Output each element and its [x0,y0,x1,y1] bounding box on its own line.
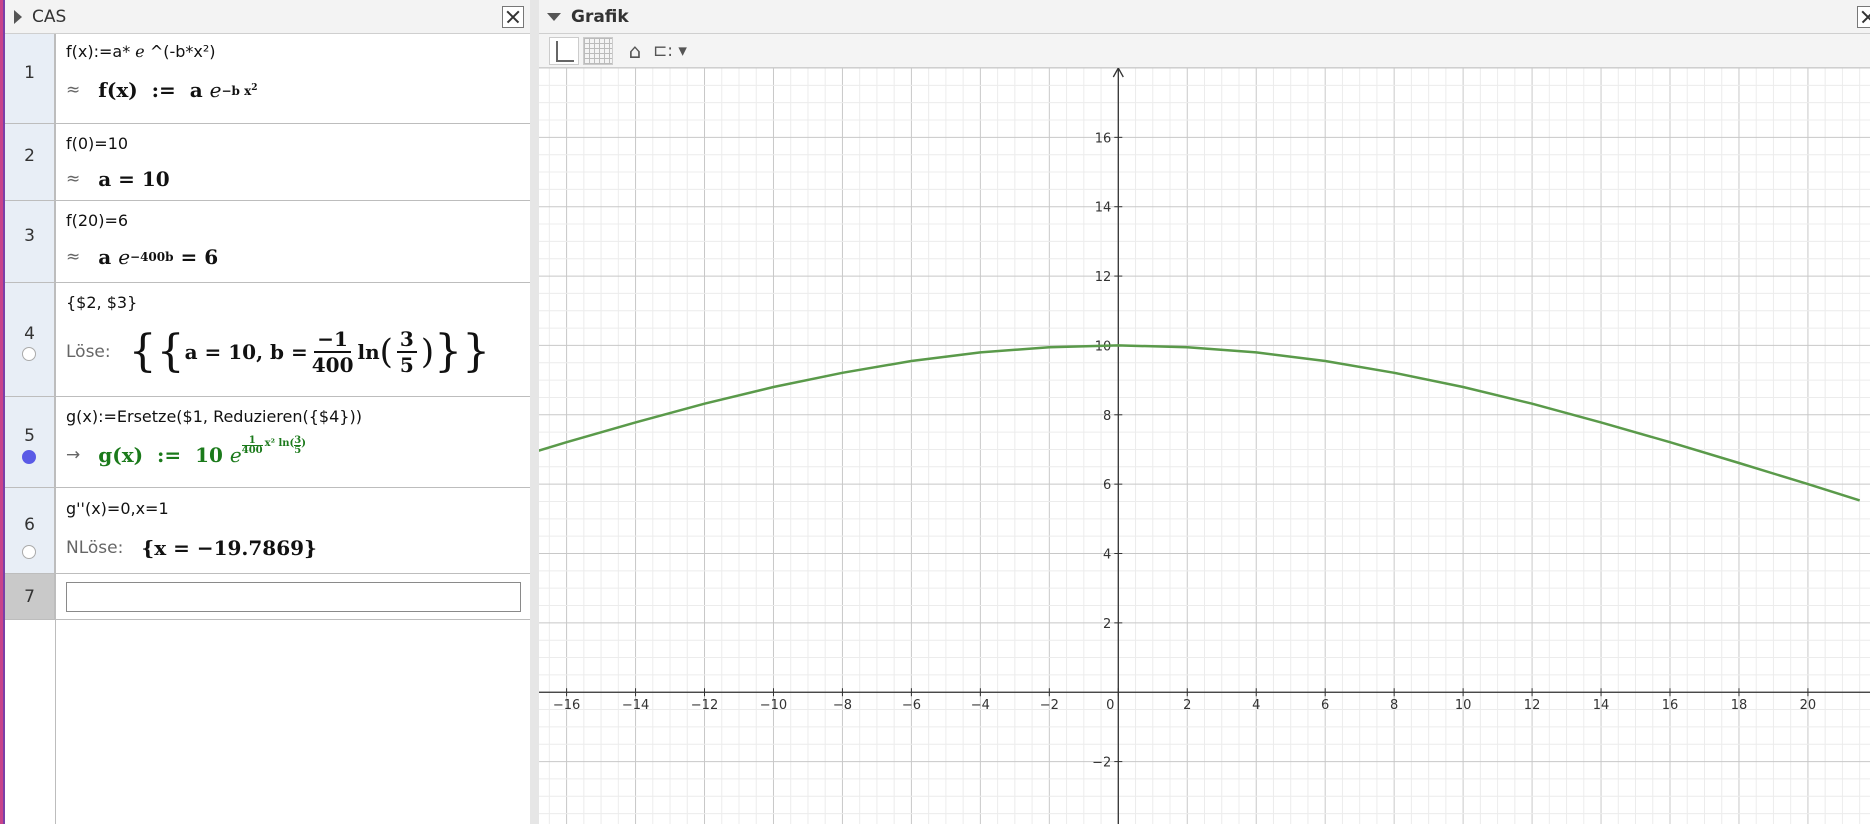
cas-output: NLöse: {x = −19.7869} [66,536,317,560]
y-tick-label: 2 [1103,617,1111,632]
visibility-toggle[interactable] [22,450,36,464]
close-grafik-icon[interactable] [1857,6,1870,28]
cas-input[interactable]: f(0)=10 [66,134,128,153]
y-tick-label: 8 [1103,409,1111,424]
y-tick-label: 16 [1095,131,1112,146]
cas-output: → g(x) := 10 e 1 400 x² ln( 35 ) [66,434,306,467]
x-tick-label: −16 [553,698,580,713]
y-tick-label: 4 [1103,548,1111,563]
row-number[interactable]: 7 [5,574,55,619]
cas-row-3[interactable]: 3 f(20)=6 ≈ a e −400b = 6 [5,201,530,283]
cas-input[interactable]: g''(x)=0,x=1 [66,499,169,518]
cas-output: ≈ f(x) := a e −b x2 [66,78,258,102]
row-number[interactable]: 4 [5,283,55,396]
point-capture-dropdown-icon[interactable]: ⊏: ▾ [653,37,709,65]
arrow-symbol: → [66,445,81,465]
grafik-title: Grafik [571,6,629,27]
x-tick-label: 18 [1731,698,1748,713]
x-tick-label: 0 [1106,698,1114,713]
row-number[interactable]: 6 [5,488,55,573]
cas-output: ≈ a = 10 [66,167,170,191]
y-tick-label: 6 [1103,478,1111,493]
cas-row-6[interactable]: 6 g''(x)=0,x=1 NLöse: {x = −19.7869} [5,488,530,574]
graphics-panel: Grafik ⌂ ⊏: ▾ −16 −14 −12 −10 −8 −6 −4 −2 0 2 4 6 8 1… [530,0,1870,824]
graphics-style-bar: ⌂ ⊏: ▾ [539,34,1870,68]
visibility-toggle[interactable] [22,347,36,361]
cas-title: CAS [32,6,67,27]
cas-input[interactable]: g(x):=Ersetze($1, Reduzieren({$4})) [66,407,362,426]
approx-symbol: ≈ [66,80,81,100]
cas-row-5[interactable]: 5 g(x):=Ersetze($1, Reduzieren({$4})) → … [5,397,530,488]
x-tick-label: −6 [902,698,921,713]
y-tick-label: −2 [1092,756,1111,771]
cas-input[interactable]: f(20)=6 [66,211,128,230]
cas-input[interactable]: f(x):=a* ℯ ^(-b*x²) [66,42,216,61]
cas-row-1[interactable]: 1 f(x):=a* ℯ ^(-b*x²) ≈ f(x) := a e −b x2 [5,34,530,124]
x-tick-label: 16 [1662,698,1679,713]
row-number[interactable]: 2 [5,124,55,200]
x-tick-label: 2 [1183,698,1191,713]
cas-input[interactable]: {$2, $3} [66,293,137,312]
cas-output: Löse: {{ a = 10, b = −1 400 ln (3 5) }} [66,326,491,377]
cas-row-2[interactable]: 2 f(0)=10 ≈ a = 10 [5,124,530,201]
graph-canvas[interactable]: −16 −14 −12 −10 −8 −6 −4 −2 0 2 4 6 8 10 12 14 16 18 20 −2 2… [539,68,1870,824]
x-tick-label: −2 [1040,698,1059,713]
x-tick-label: 8 [1390,698,1398,713]
cas-row-7[interactable]: 7 [5,574,530,620]
x-tick-label: 6 [1321,698,1329,713]
nsolve-label: NLöse: [66,538,124,558]
row-number[interactable]: 1 [5,34,55,123]
y-tick-label: 12 [1095,270,1112,285]
x-tick-label: −10 [760,698,787,713]
axes-toggle-icon[interactable] [549,37,579,65]
y-tick-label: 14 [1095,201,1112,216]
x-tick-label: 10 [1455,698,1472,713]
close-cas-icon[interactable] [502,6,524,28]
cas-input-field[interactable] [66,582,521,612]
collapse-triangle-icon[interactable] [547,12,561,21]
cas-rows: 1 f(x):=a* ℯ ^(-b*x²) ≈ f(x) := a e −b x2… [5,34,530,824]
x-tick-label: −14 [622,698,649,713]
visibility-toggle[interactable] [22,545,36,559]
approx-symbol: ≈ [66,247,81,267]
cas-row-4[interactable]: 4 {$2, $3} Löse: {{ a = 10, b = −1 400 ln… [5,283,530,397]
x-tick-label: 12 [1524,698,1541,713]
cas-panel: CAS 1 f(x):=a* ℯ ^(-b*x²) ≈ f(x) := a e −… [5,0,531,824]
cas-output: ≈ a e −400b = 6 [66,245,219,269]
cas-header: CAS [5,0,530,34]
x-tick-label: 20 [1800,698,1817,713]
home-icon[interactable]: ⌂ [620,37,650,65]
grafik-header: Grafik [539,0,1870,34]
row-number[interactable]: 3 [5,201,55,282]
expand-triangle-icon[interactable] [14,9,22,24]
grid-toggle-icon[interactable] [583,37,613,65]
x-tick-label: −8 [833,698,852,713]
x-tick-label: −4 [971,698,990,713]
x-tick-label: 14 [1593,698,1610,713]
x-tick-label: 4 [1252,698,1260,713]
solve-label: Löse: [66,342,111,362]
x-tick-label: −12 [691,698,718,713]
approx-symbol: ≈ [66,169,81,189]
function-curve-g [539,344,1861,502]
row-number[interactable]: 5 [5,397,55,487]
